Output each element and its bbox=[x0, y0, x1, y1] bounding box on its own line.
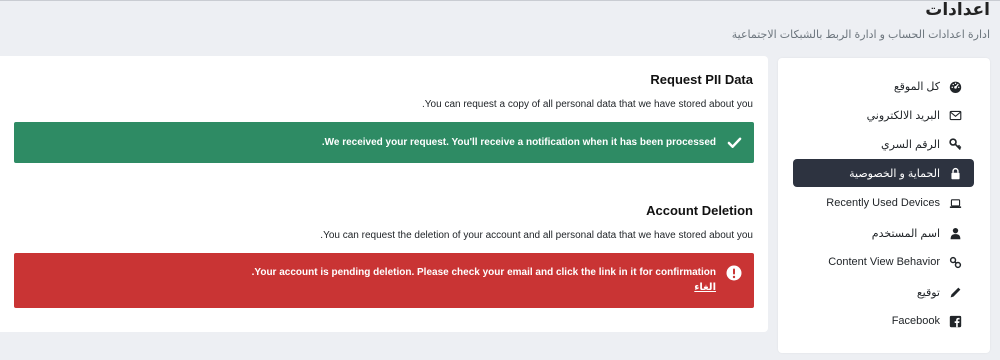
user-icon bbox=[948, 226, 962, 240]
sidebar-item-label: الحماية و الخصوصية bbox=[849, 167, 940, 180]
sidebar-item-label: اسم المستخدم bbox=[871, 227, 940, 240]
sidebar-item-label: Facebook bbox=[891, 315, 940, 327]
pii-alert-text: We received your request. You'll receive… bbox=[321, 137, 716, 148]
link-icon bbox=[948, 255, 962, 269]
page-subtitle: ادارة اعدادات الحساب و ادارة الربط بالشب… bbox=[731, 29, 990, 41]
dashboard-icon bbox=[948, 79, 962, 93]
sidebar-item-content-view-behavior[interactable]: Content View Behavior bbox=[793, 248, 974, 276]
pii-section-description: You can request a copy of all personal d… bbox=[422, 99, 753, 110]
facebook-icon bbox=[948, 314, 962, 328]
sidebar-item-signature[interactable]: توقيع bbox=[793, 278, 974, 306]
lock-icon bbox=[948, 166, 962, 180]
sidebar-item-label: البريد الالكتروني bbox=[866, 109, 940, 122]
sidebar-item-username[interactable]: اسم المستخدم bbox=[793, 219, 974, 247]
laptop-icon bbox=[948, 196, 962, 210]
sidebar-item-label: كل الموقع bbox=[893, 80, 940, 93]
sidebar-item-label: Recently Used Devices bbox=[826, 197, 940, 209]
settings-sidebar: كل الموقع البريد الالكتروني الرقم السري … bbox=[778, 58, 990, 353]
pii-section-title: Request PII Data bbox=[650, 72, 753, 87]
sidebar-item-label: Content View Behavior bbox=[828, 256, 940, 268]
deletion-section-description: You can request the deletion of your acc… bbox=[320, 230, 753, 241]
pencil-icon bbox=[948, 285, 962, 299]
pii-success-alert: We received your request. You'll receive… bbox=[14, 122, 754, 163]
sidebar-item-label: الرقم السري bbox=[880, 138, 940, 151]
sidebar-item-recent-devices[interactable]: Recently Used Devices bbox=[793, 189, 974, 217]
sidebar-item-email[interactable]: البريد الالكتروني bbox=[793, 101, 974, 129]
page-title: اعدادات bbox=[925, 0, 990, 19]
sidebar-item-label: توقيع bbox=[916, 286, 940, 299]
sidebar-item-overview[interactable]: كل الموقع bbox=[793, 72, 974, 100]
check-icon bbox=[726, 134, 742, 150]
sidebar-item-password[interactable]: الرقم السري bbox=[793, 130, 974, 158]
top-border bbox=[0, 0, 1000, 1]
cancel-deletion-link[interactable]: الغاء bbox=[694, 282, 716, 293]
deletion-pending-alert: Your account is pending deletion. Please… bbox=[14, 253, 754, 308]
sidebar-item-facebook[interactable]: Facebook bbox=[793, 307, 974, 335]
key-icon bbox=[948, 137, 962, 151]
envelope-icon bbox=[948, 108, 962, 122]
main-panel: Request PII Data You can request a copy … bbox=[0, 56, 768, 332]
deletion-section-title: Account Deletion bbox=[646, 203, 753, 218]
deletion-alert-text: Your account is pending deletion. Please… bbox=[251, 267, 716, 278]
exclamation-circle-icon bbox=[726, 265, 742, 281]
sidebar-item-security-privacy[interactable]: الحماية و الخصوصية bbox=[793, 159, 974, 187]
